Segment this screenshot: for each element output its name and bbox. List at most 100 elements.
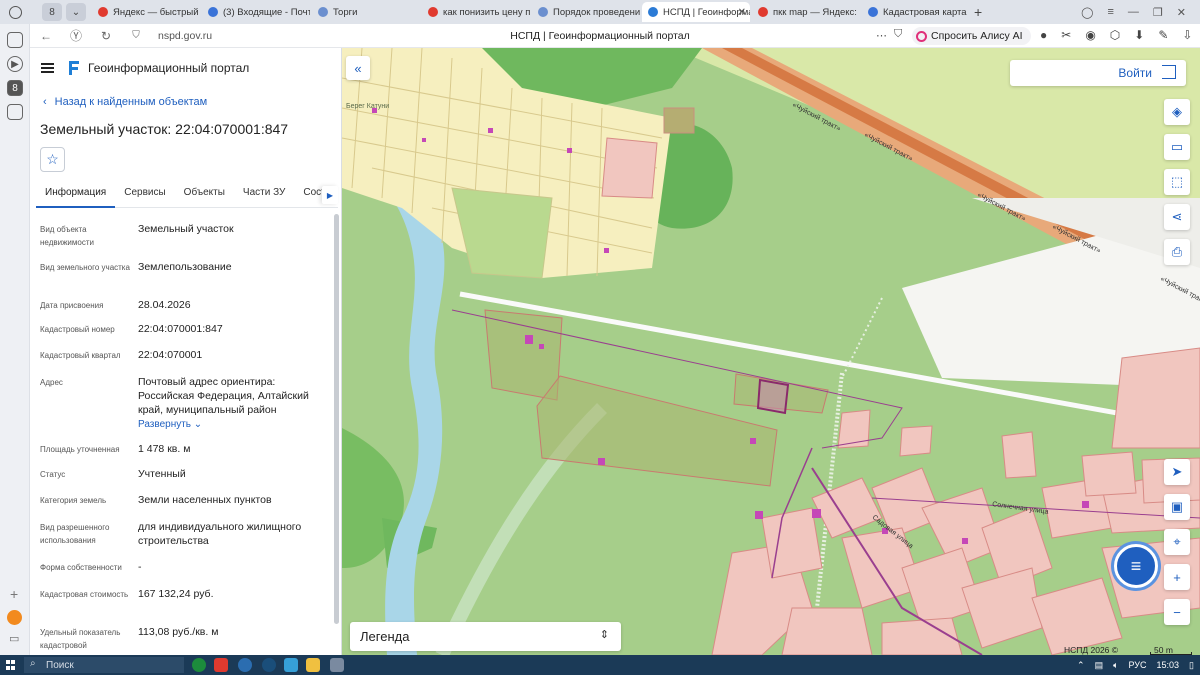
extension-icon[interactable]: ⬡ xyxy=(1110,28,1120,42)
tab-services[interactable]: Сервисы xyxy=(115,182,174,208)
alice-icon xyxy=(916,30,927,42)
extension-icon[interactable]: ● xyxy=(1040,28,1047,42)
extension-icon[interactable]: ✂ xyxy=(1061,28,1071,42)
layers-button[interactable]: ◈ xyxy=(1164,99,1190,125)
zoom-out-button[interactable]: − xyxy=(1164,599,1190,625)
menu-icon[interactable]: ≡ xyxy=(1107,6,1113,19)
favicon-icon xyxy=(538,7,548,17)
browser-tab[interactable]: Кадастровая карта Рос xyxy=(862,2,970,22)
area-search-button[interactable]: ⬚ xyxy=(1164,169,1190,195)
menu-icon[interactable] xyxy=(41,63,54,73)
back-to-results-link[interactable]: ‹ Назад к найденным объектам xyxy=(43,96,207,108)
map-canvas[interactable]: «Чуйский тракт» «Чуйский тракт» «Чуйский… xyxy=(342,48,1200,655)
zoom-in-button[interactable]: + xyxy=(1164,564,1190,590)
field-value: Почтовый адрес ориентира: Российская Фед… xyxy=(138,376,309,416)
field-label: Кадастровый номер xyxy=(40,325,115,334)
collapse-panel-button[interactable]: « xyxy=(346,56,370,80)
chevron-left-icon: ‹ xyxy=(43,96,47,108)
yandex-icon[interactable] xyxy=(330,658,344,672)
extension-icon[interactable]: ✎ xyxy=(1158,28,1168,42)
field-value: Земли населенных пунктов xyxy=(138,494,272,506)
bookmark-icon[interactable]: ⛉ xyxy=(894,28,902,41)
tab-counter[interactable]: 8 xyxy=(42,3,62,21)
pin-icon: ⌖ xyxy=(1173,534,1181,549)
share-button[interactable]: ⋖ xyxy=(1164,204,1190,230)
close-icon[interactable]: ✕ xyxy=(1177,6,1186,19)
new-tab-button[interactable]: + xyxy=(974,4,982,20)
browser-tab[interactable]: пкк map — Яндекс: наш xyxy=(752,2,860,22)
download-icon[interactable]: ⇩ xyxy=(1182,28,1192,42)
volume-icon[interactable]: 🔈︎ xyxy=(1113,660,1118,671)
field-value: - xyxy=(138,561,142,573)
reload-icon[interactable]: ↻ xyxy=(96,29,116,43)
network-icon[interactable]: ▤ xyxy=(1095,660,1104,671)
clock[interactable]: 15:03 xyxy=(1157,660,1180,670)
app-icon[interactable] xyxy=(262,658,276,672)
minimize-icon[interactable]: — xyxy=(1128,6,1139,19)
browser-tab[interactable]: (3) Входящие - Почта М xyxy=(202,2,310,22)
measure-button[interactable]: ▭ xyxy=(1164,134,1190,160)
place-label: Берег Катуни xyxy=(346,103,389,110)
app-icon[interactable] xyxy=(238,658,252,672)
tab-information[interactable]: Информация xyxy=(36,182,116,208)
browser-tab[interactable]: Порядок проведения п xyxy=(532,2,640,22)
play-icon[interactable]: ▶ xyxy=(7,56,23,72)
print-icon: ⎙ xyxy=(1171,244,1183,259)
browser-tab[interactable]: НСПД | Геоинформа ✕ xyxy=(642,2,750,22)
map-view[interactable]: «Чуйский тракт» «Чуйский тракт» «Чуйский… xyxy=(342,48,1200,655)
taskbar-search[interactable]: ⌕ Поиск xyxy=(24,657,184,673)
browser-tab[interactable]: Яндекс — быстрый пои xyxy=(92,2,200,22)
field-label: Категория земель xyxy=(40,496,107,505)
messenger-icon[interactable]: 8 xyxy=(7,80,23,96)
browser-tab[interactable]: как понизить цену посл xyxy=(422,2,530,22)
url-field[interactable]: nspd.gov.ru xyxy=(158,30,438,42)
tabs-scroll-right-icon[interactable]: ▶ xyxy=(322,186,338,204)
app-icon[interactable] xyxy=(284,658,298,672)
yandex-browser-icon[interactable] xyxy=(214,658,228,672)
legend-dropdown[interactable]: Легенда ⇕ xyxy=(350,622,621,651)
field-label: Форма собственности xyxy=(40,563,122,572)
language-indicator[interactable]: РУС xyxy=(1128,660,1146,670)
add-icon[interactable]: + xyxy=(10,586,18,602)
more-icon[interactable]: ⋯ xyxy=(876,29,887,42)
field-label: Вид объекта недвижимости xyxy=(40,225,94,247)
tab-objects[interactable]: Объекты xyxy=(175,182,234,208)
extension-icon[interactable]: ⬇ xyxy=(1134,28,1144,42)
expand-address-link[interactable]: Развернуть ⌄ xyxy=(138,419,202,430)
double-chevron-left-icon: « xyxy=(354,60,362,76)
browser-tab[interactable]: Торги xyxy=(312,2,420,22)
tab-land-parts[interactable]: Части ЗУ xyxy=(234,182,294,208)
camera-icon[interactable] xyxy=(7,104,23,120)
yandex-icon[interactable]: Ⓨ xyxy=(66,27,86,44)
alice-icon[interactable] xyxy=(7,610,22,625)
app-icon[interactable] xyxy=(192,658,206,672)
field-label: Площадь уточненная xyxy=(40,445,120,454)
geolocation-button[interactable]: ⌖ xyxy=(1164,529,1190,555)
close-tab-icon[interactable]: ✕ xyxy=(738,7,746,18)
locate-button[interactable]: ➤ xyxy=(1164,459,1190,485)
portal-name[interactable]: Геоинформационный портал xyxy=(88,61,249,75)
back-arrow-icon[interactable]: ← xyxy=(36,29,56,43)
print-button[interactable]: ⎙ xyxy=(1164,239,1190,265)
favorite-button[interactable]: ☆ xyxy=(40,147,65,172)
panel-scrollbar[interactable] xyxy=(334,214,339,624)
basemap-button[interactable]: ▣ xyxy=(1164,494,1190,520)
profile-icon[interactable]: ◯ xyxy=(1081,6,1093,19)
chevron-up-icon[interactable]: ⌃ xyxy=(1077,660,1085,671)
extension-icon[interactable]: ◉ xyxy=(1085,28,1095,42)
chevron-down-icon[interactable]: ⌄ xyxy=(66,3,86,21)
notification-icon[interactable]: ▯ xyxy=(1189,660,1194,671)
restore-icon[interactable]: ❐ xyxy=(1153,6,1163,19)
login-button[interactable]: Войти xyxy=(1010,60,1186,86)
history-icon[interactable] xyxy=(9,5,22,19)
field-value: Учтенный xyxy=(138,468,186,480)
chat-button[interactable]: ≡ xyxy=(1114,544,1158,588)
alice-button[interactable]: Спросить Алису AI xyxy=(912,27,1031,45)
settings-icon[interactable]: ▭ xyxy=(9,632,19,645)
explorer-icon[interactable] xyxy=(306,658,320,672)
windows-start-icon[interactable] xyxy=(6,660,16,670)
collections-icon[interactable] xyxy=(7,32,23,48)
lock-icon: ⛉ xyxy=(132,30,140,41)
browser-sidebar: ▶ 8 + ▭ xyxy=(0,24,30,655)
field-label: Удельный показатель кадастровой xyxy=(40,628,121,650)
